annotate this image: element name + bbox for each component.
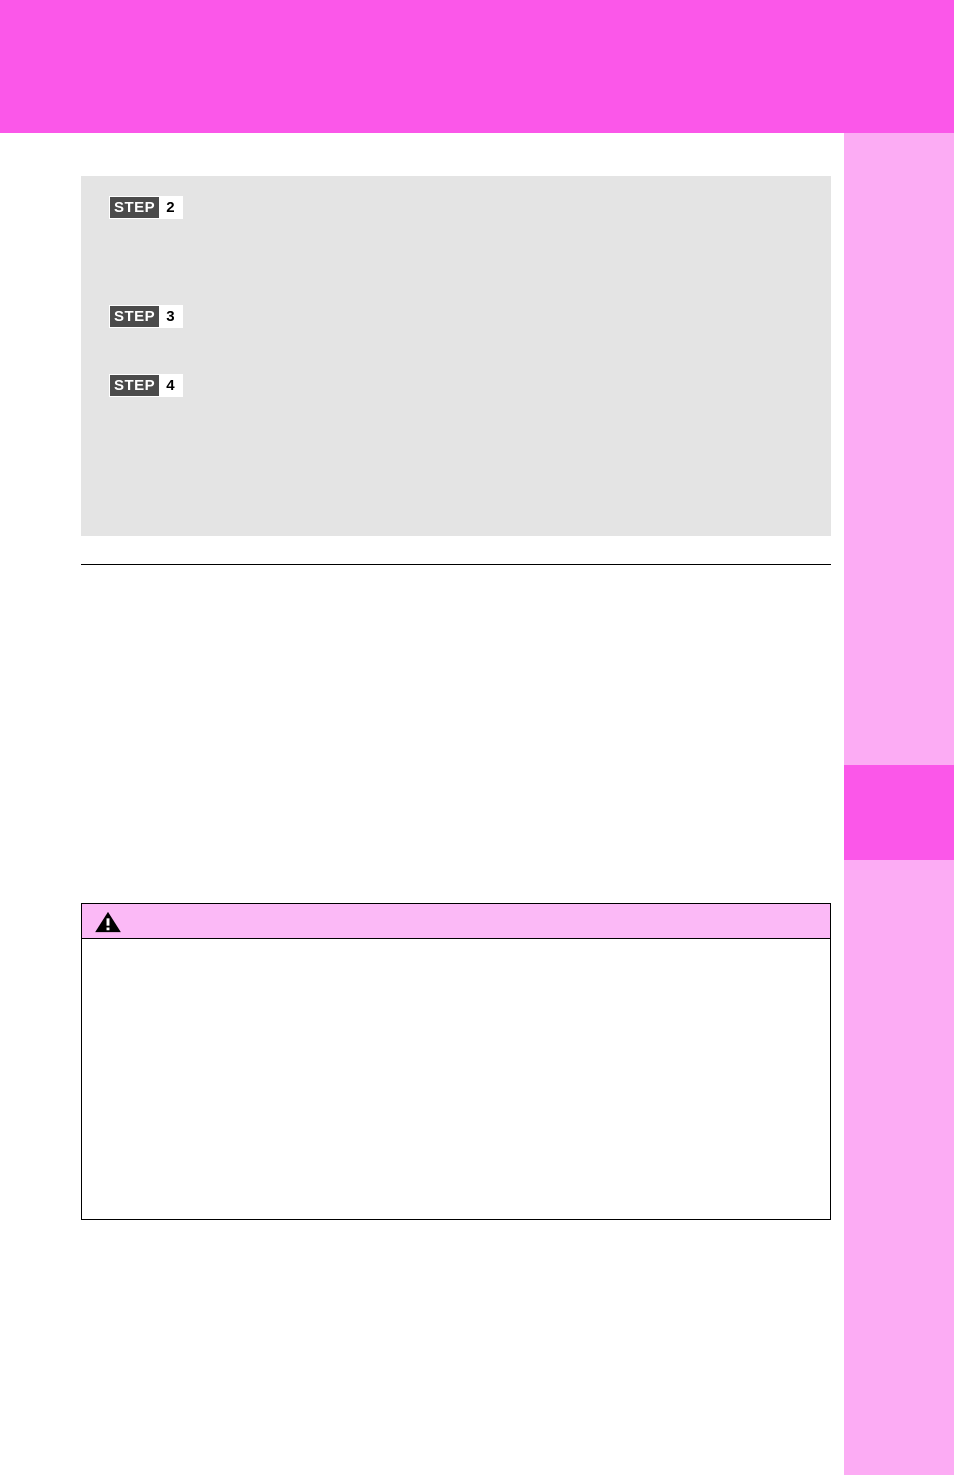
warning-icon <box>94 911 122 933</box>
step-block: STEP 3 <box>109 305 803 338</box>
step-number: 3 <box>159 306 181 327</box>
step-label: STEP <box>110 197 159 218</box>
warning-head <box>82 904 830 939</box>
top-banner <box>0 0 954 133</box>
step-number: 4 <box>159 375 181 396</box>
body-section <box>81 583 831 853</box>
warning-body <box>82 939 830 1219</box>
step-block: STEP 2 <box>109 196 803 269</box>
step-label: STEP <box>110 375 159 396</box>
step-block: STEP 4 <box>109 374 803 407</box>
step-number: 2 <box>159 197 181 218</box>
step-badge: STEP 2 <box>109 196 183 219</box>
step-badge: STEP 4 <box>109 374 183 397</box>
page-content: STEP 2 STEP 3 STEP 4 <box>81 176 831 853</box>
side-marker <box>844 765 954 860</box>
steps-box: STEP 2 STEP 3 STEP 4 <box>81 176 831 536</box>
divider <box>81 564 831 565</box>
step-badge: STEP 3 <box>109 305 183 328</box>
warning-box <box>81 903 831 1220</box>
step-label: STEP <box>110 306 159 327</box>
